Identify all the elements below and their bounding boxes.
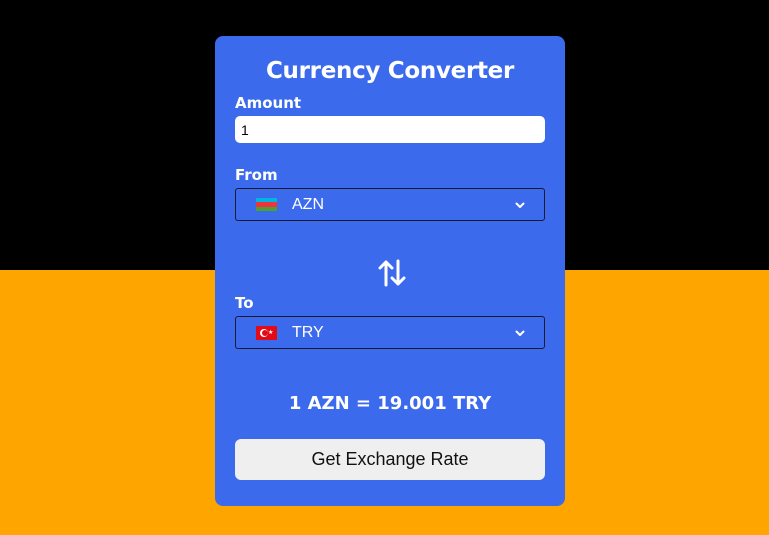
from-currency-code: AZN [292,195,324,213]
amount-input[interactable] [235,116,545,143]
turkey-flag-icon: ★ [256,325,277,340]
chevron-down-icon [515,202,525,208]
azerbaijan-flag-icon [256,197,277,212]
from-currency-select[interactable]: AZN [235,188,545,221]
chevron-down-icon [515,330,525,336]
exchange-rate-result: 1 AZN = 19.001 TRY [288,393,492,414]
amount-label: Amount [235,94,302,112]
converter-card: Currency Converter Amount From AZN To ★ … [215,36,565,506]
from-label: From [235,166,278,184]
swap-arrows-icon[interactable] [378,258,406,288]
to-label: To [235,294,254,312]
page-title: Currency Converter [265,58,515,84]
to-currency-select[interactable]: ★ TRY [235,316,545,349]
get-exchange-rate-button[interactable]: Get Exchange Rate [235,439,545,480]
to-currency-code: TRY [292,323,324,341]
